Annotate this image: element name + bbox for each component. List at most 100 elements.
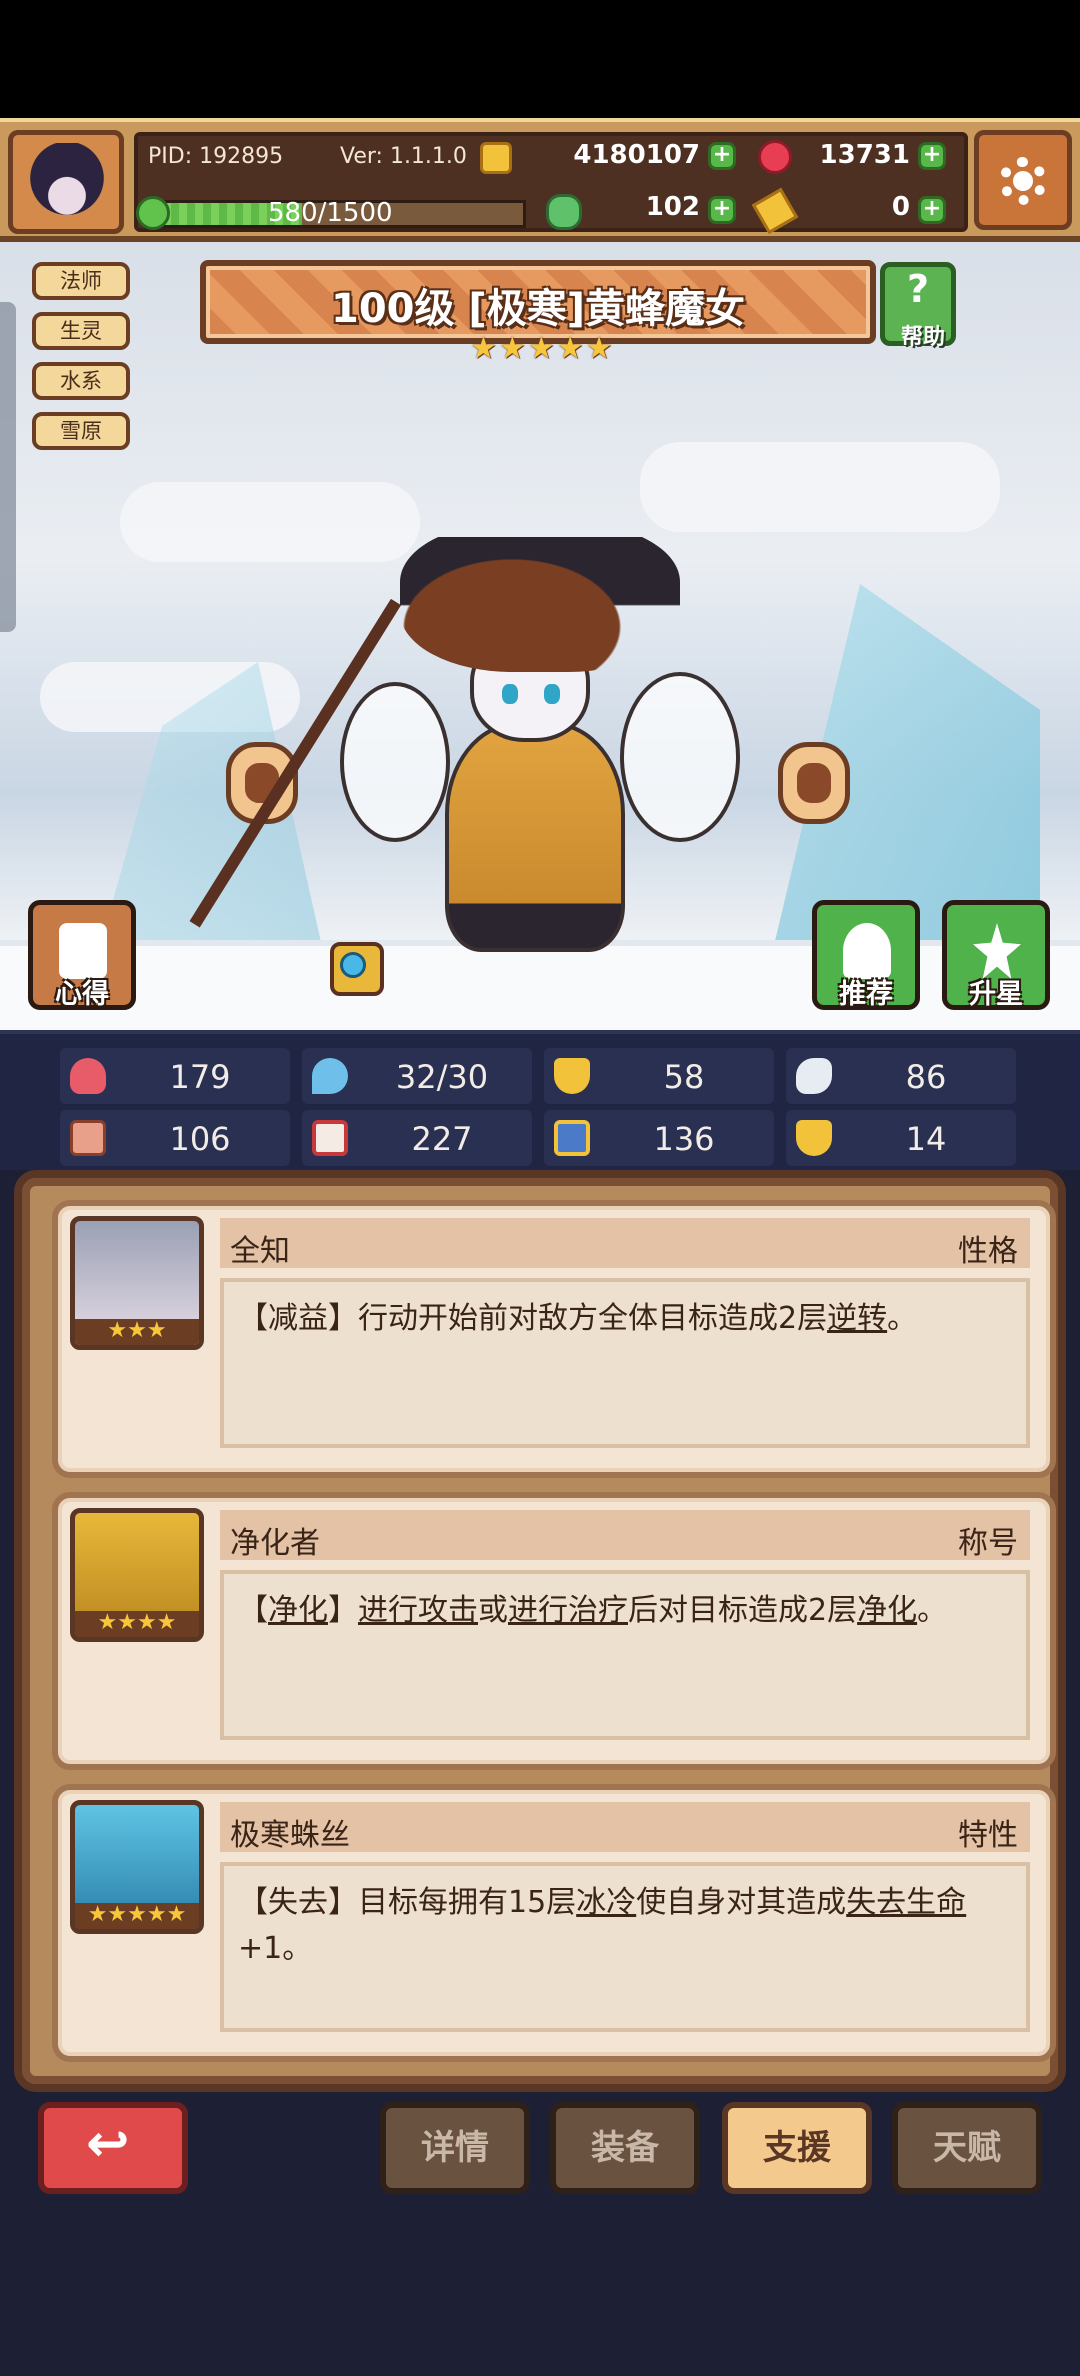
desc-text: 】 [328, 1593, 358, 1628]
tab-talent[interactable]: 天赋 [892, 2102, 1042, 2194]
wing [340, 682, 450, 842]
key-amount: 0 [891, 192, 910, 222]
trait-card-title[interactable]: ★★★★ 净化者 称号 【净化】进行攻击或进行治疗后对目标造成2层净化。 [52, 1492, 1056, 1770]
exp-text: 580/1500 [268, 198, 393, 228]
water-drop-icon [312, 1058, 348, 1094]
horseshoe-icon [796, 1120, 832, 1156]
desc-text: 【失去】目标每拥有15层 [238, 1885, 577, 1920]
hero-sprite [189, 522, 750, 1002]
eye [544, 684, 560, 704]
add-key-button[interactable]: + [918, 196, 946, 224]
recommend-button[interactable]: 推荐 [812, 900, 920, 1010]
add-clover-button[interactable]: + [708, 196, 736, 224]
add-gems-button[interactable]: + [918, 142, 946, 170]
wing-icon [796, 1058, 832, 1094]
hero-stars: ★ ★ ★ ★ ★ [470, 331, 613, 366]
back-button[interactable]: ↩ [38, 2102, 188, 2194]
trait-stars: ★★★★★ [75, 1903, 199, 1929]
upgrade-star-button[interactable]: 升星 [942, 900, 1050, 1010]
star-icon: ★ [556, 331, 584, 366]
desc-text: 。 [887, 1301, 918, 1336]
player-id: PID: 192895 [148, 144, 284, 169]
tab-support[interactable]: 支援 [722, 2102, 872, 2194]
staff-orb [340, 952, 366, 978]
notes-icon [59, 923, 107, 979]
gear-center [1013, 171, 1033, 191]
stat-attack: 106 [60, 1110, 290, 1166]
keyword-link[interactable]: 冰冷 [576, 1885, 636, 1920]
next-hero-button[interactable] [778, 742, 850, 824]
heart-icon [70, 1058, 106, 1094]
desc-text: 【减益】行动开始前对敌方全体目标造成2层 [238, 1301, 828, 1336]
book-icon [312, 1120, 348, 1156]
keyword-link[interactable]: 净化 [857, 1593, 917, 1628]
trait-portrait: ★★★★ [70, 1508, 204, 1642]
desc-text: 使自身对其造成 [636, 1885, 847, 1920]
wing [620, 672, 740, 842]
stat-defense: 58 [544, 1048, 774, 1104]
stat-magic-value: 227 [411, 1120, 473, 1158]
stat-magic: 227 [302, 1110, 532, 1166]
thumbs-up-icon [843, 923, 891, 979]
desc-text: 或 [478, 1593, 508, 1628]
tab-equipment[interactable]: 装备 [550, 2102, 700, 2194]
eye [502, 684, 518, 704]
trait-card-personality[interactable]: ★★★ 全知 性格 【减益】行动开始前对敌方全体目标造成2层逆转。 [52, 1200, 1056, 1478]
keyword-link[interactable]: 净化 [268, 1593, 328, 1628]
help-label: 帮助 [900, 325, 945, 350]
hero-scene: 法师 生灵 水系 雪原 100级 [极寒]黄蜂魔女 ★ ★ ★ ★ ★ ? 帮助 心得 … [0, 242, 1080, 1030]
star-icon: ★ [498, 331, 526, 366]
red-gem-icon [758, 140, 792, 174]
trait-header: 净化者 称号 [220, 1510, 1030, 1561]
stats-band: 179 32/30 58 86 106 227 136 14 [0, 1030, 1080, 1170]
keyword-link[interactable]: 进行治疗 [508, 1593, 628, 1628]
trait-card-feature[interactable]: ★★★★★ 极寒蛛丝 特性 【失去】目标每拥有15层冰冷使自身对其造成失去生命 +… [52, 1784, 1056, 2062]
shield-icon [554, 1058, 590, 1094]
fist-icon [70, 1120, 106, 1156]
tab-details[interactable]: 详情 [380, 2102, 530, 2194]
question-icon: ? [906, 267, 930, 311]
stat-luck-value: 14 [905, 1120, 947, 1158]
player-avatar[interactable] [8, 130, 124, 234]
hero-body [445, 722, 625, 952]
desc-text: +1。 [238, 1931, 313, 1966]
trait-header: 全知 性格 [220, 1218, 1030, 1269]
trait-description: 【减益】行动开始前对敌方全体目标造成2层逆转。 [220, 1278, 1030, 1448]
stat-resist: 136 [544, 1110, 774, 1166]
version-label: Ver: 1.1.1.0 [340, 144, 467, 169]
keyword-link[interactable]: 进行攻击 [358, 1593, 478, 1628]
stat-resist-value: 136 [653, 1120, 715, 1158]
stat-speed: 86 [786, 1048, 1016, 1104]
keyword-link[interactable]: 逆转 [827, 1301, 887, 1336]
clover-icon [546, 194, 582, 230]
hero-title: 100级 [极寒]黄蜂魔女 [331, 286, 745, 332]
tag-race: 生灵 [32, 312, 130, 350]
tag-region: 雪原 [32, 412, 130, 450]
notes-label: 心得 [55, 979, 109, 1010]
gold-coin-icon [480, 142, 512, 174]
upgrade-star-label: 升星 [969, 979, 1023, 1010]
stat-hp-value: 179 [169, 1058, 231, 1096]
tag-class: 法师 [32, 262, 130, 300]
stat-luck: 14 [786, 1110, 1016, 1166]
side-handle[interactable] [0, 302, 16, 632]
notes-button[interactable]: 心得 [28, 900, 136, 1010]
trait-stars: ★★★★ [75, 1611, 199, 1637]
gold-amount: 4180107 [573, 140, 700, 170]
exp-icon [136, 196, 170, 230]
witch-hat [400, 522, 680, 672]
star-icon: ★ [585, 331, 613, 366]
status-bar-area [0, 0, 1080, 118]
trait-name: 净化者 [230, 1526, 320, 1561]
help-button[interactable]: ? 帮助 [880, 262, 956, 350]
keyword-link[interactable]: 失去生命 [846, 1885, 966, 1920]
resource-bar: PID: 192895 Ver: 1.1.1.0 4180107 + 13731… [0, 118, 1080, 242]
star-icon: ★ [470, 331, 497, 366]
recommend-label: 推荐 [839, 979, 893, 1010]
settings-button[interactable] [974, 130, 1072, 230]
trait-type: 性格 [958, 1234, 1018, 1269]
stat-mana: 32/30 [302, 1048, 532, 1104]
trait-stars: ★★★ [75, 1319, 199, 1345]
add-gold-button[interactable]: + [708, 142, 736, 170]
star-icon: ★ [527, 331, 555, 366]
